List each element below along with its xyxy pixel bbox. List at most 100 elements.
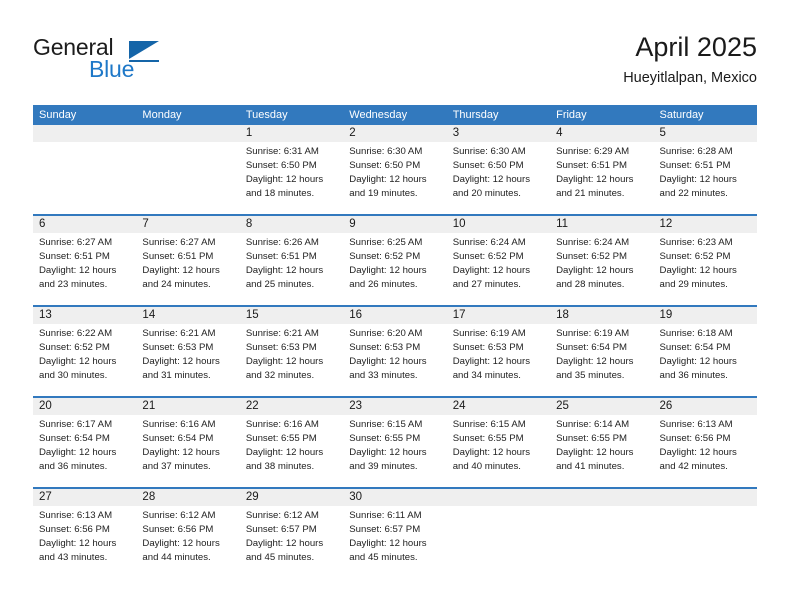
- day-cell-6[interactable]: Sunrise: 6:27 AM Sunset: 6:51 PM Daylight:…: [33, 233, 136, 305]
- day-detail-line: Daylight: 12 hours: [452, 265, 531, 276]
- day-detail-line: Sunrise: 6:21 AM: [245, 328, 319, 339]
- day-cell-empty: [447, 506, 550, 578]
- day-number-17[interactable]: 17: [447, 307, 550, 324]
- general-blue-logo[interactable]: General Blue: [33, 34, 333, 90]
- day-number-13[interactable]: 13: [33, 307, 136, 324]
- day-number-23[interactable]: 23: [343, 398, 446, 415]
- day-detail-line: Daylight: 12 hours: [556, 265, 634, 276]
- day-cell-20[interactable]: Sunrise: 6:17 AM Sunset: 6:54 PM Daylight:…: [33, 415, 136, 487]
- day-cell-8[interactable]: Sunrise: 6:26 AM Sunset: 6:51 PM Daylight:…: [240, 233, 343, 305]
- day-number-7[interactable]: 7: [136, 216, 239, 233]
- day-number-27[interactable]: 27: [33, 489, 136, 506]
- day-cell-24[interactable]: Sunrise: 6:15 AM Sunset: 6:55 PM Daylight:…: [447, 415, 550, 487]
- day-cell-5[interactable]: Sunrise: 6:28 AM Sunset: 6:51 PM Daylight:…: [654, 142, 757, 214]
- day-cell-10[interactable]: Sunrise: 6:24 AM Sunset: 6:52 PM Daylight:…: [447, 233, 550, 305]
- day-detail-line: Sunrise: 6:21 AM: [142, 328, 216, 339]
- day-number-28[interactable]: 28: [136, 489, 239, 506]
- date-number-band: 12345: [33, 125, 757, 142]
- day-detail-line: Sunset: 6:51 PM: [556, 160, 628, 171]
- calendar-week-row: 13 14 15 16 17 18 19 Sunrise: 6:22 AM Sunset: 6:…: [33, 305, 757, 396]
- day-detail-line: and 35 minutes.: [556, 370, 625, 381]
- day-detail-line: Sunrise: 6:17 AM: [39, 419, 113, 430]
- day-cell-29[interactable]: Sunrise: 6:12 AM Sunset: 6:57 PM Daylight:…: [240, 506, 343, 578]
- day-detail-line: and 33 minutes.: [349, 370, 418, 381]
- day-number-8[interactable]: 8: [240, 216, 343, 233]
- day-detail-line: Sunrise: 6:11 AM: [349, 510, 422, 521]
- day-cell-3[interactable]: Sunrise: 6:30 AM Sunset: 6:50 PM Daylight:…: [447, 142, 550, 214]
- day-cell-22[interactable]: Sunrise: 6:16 AM Sunset: 6:55 PM Daylight:…: [240, 415, 343, 487]
- day-number-11[interactable]: 11: [550, 216, 653, 233]
- day-cell-30[interactable]: Sunrise: 6:11 AM Sunset: 6:57 PM Daylight:…: [343, 506, 446, 578]
- day-number-3[interactable]: 3: [447, 125, 550, 142]
- day-number-9[interactable]: 9: [343, 216, 446, 233]
- day-detail-line: and 44 minutes.: [142, 552, 211, 563]
- day-cell-28[interactable]: Sunrise: 6:12 AM Sunset: 6:56 PM Daylight:…: [136, 506, 239, 578]
- day-detail-line: Sunset: 6:52 PM: [659, 251, 731, 262]
- day-detail-line: Sunrise: 6:14 AM: [556, 419, 630, 430]
- weekday-header-tuesday: Tuesday: [245, 109, 288, 121]
- day-cell-17[interactable]: Sunrise: 6:19 AM Sunset: 6:53 PM Daylight:…: [447, 324, 550, 396]
- day-number-5[interactable]: 5: [654, 125, 757, 142]
- day-detail-line: Sunrise: 6:13 AM: [659, 419, 733, 430]
- day-number-18[interactable]: 18: [550, 307, 653, 324]
- day-cell-4[interactable]: Sunrise: 6:29 AM Sunset: 6:51 PM Daylight:…: [550, 142, 653, 214]
- day-cell-23[interactable]: Sunrise: 6:15 AM Sunset: 6:55 PM Daylight:…: [343, 415, 446, 487]
- day-detail-line: Daylight: 12 hours: [142, 447, 220, 458]
- day-cell-19[interactable]: Sunrise: 6:18 AM Sunset: 6:54 PM Daylight:…: [654, 324, 757, 396]
- day-number-12[interactable]: 12: [654, 216, 757, 233]
- day-cell-13[interactable]: Sunrise: 6:22 AM Sunset: 6:52 PM Daylight:…: [33, 324, 136, 396]
- day-cell-15[interactable]: Sunrise: 6:21 AM Sunset: 6:53 PM Daylight:…: [240, 324, 343, 396]
- day-number-20[interactable]: 20: [33, 398, 136, 415]
- day-number-21[interactable]: 21: [136, 398, 239, 415]
- day-number-6[interactable]: 6: [33, 216, 136, 233]
- day-detail-line: Daylight: 12 hours: [556, 174, 634, 185]
- day-cell-2[interactable]: Sunrise: 6:30 AM Sunset: 6:50 PM Daylight:…: [343, 142, 446, 214]
- day-detail-line: Sunset: 6:53 PM: [452, 342, 524, 353]
- day-cell-27[interactable]: Sunrise: 6:13 AM Sunset: 6:56 PM Daylight:…: [33, 506, 136, 578]
- day-detail-line: Sunrise: 6:24 AM: [556, 237, 630, 248]
- day-detail-line: Daylight: 12 hours: [452, 356, 531, 367]
- day-detail-band: Sunrise: 6:22 AM Sunset: 6:52 PM Daylight:…: [33, 324, 757, 396]
- day-detail-line: Sunset: 6:52 PM: [452, 251, 524, 262]
- day-cell-empty: [654, 506, 757, 578]
- day-number-1[interactable]: 1: [240, 125, 343, 142]
- day-detail-line: and 20 minutes.: [452, 188, 521, 199]
- day-number-26[interactable]: 26: [654, 398, 757, 415]
- day-number-22[interactable]: 22: [240, 398, 343, 415]
- day-cell-7[interactable]: Sunrise: 6:27 AM Sunset: 6:51 PM Daylight:…: [136, 233, 239, 305]
- day-detail-line: Daylight: 12 hours: [39, 447, 117, 458]
- day-number-10[interactable]: 10: [447, 216, 550, 233]
- calendar-weeks: 1 2 3 4 5 Sunrise: 6:31 AM Sunset: 6:50 PM Dayl…: [33, 125, 757, 578]
- day-detail-line: and 38 minutes.: [245, 461, 315, 472]
- day-detail-line: Daylight: 12 hours: [349, 356, 427, 367]
- day-cell-21[interactable]: Sunrise: 6:16 AM Sunset: 6:54 PM Daylight:…: [136, 415, 239, 487]
- day-cell-25[interactable]: Sunrise: 6:14 AM Sunset: 6:55 PM Daylight:…: [550, 415, 653, 487]
- day-detail-line: Sunrise: 6:19 AM: [452, 328, 526, 339]
- day-cell-11[interactable]: Sunrise: 6:24 AM Sunset: 6:52 PM Daylight:…: [550, 233, 653, 305]
- day-number-16[interactable]: 16: [343, 307, 446, 324]
- calendar-week-row: 6 7 8 9 10 11 12 Sunrise: 6:27 AM Sunset: 6:51 P…: [33, 214, 757, 305]
- day-number-4[interactable]: 4: [550, 125, 653, 142]
- weekday-header-sunday: Sunday: [39, 109, 77, 121]
- day-number-19[interactable]: 19: [654, 307, 757, 324]
- day-cell-16[interactable]: Sunrise: 6:20 AM Sunset: 6:53 PM Daylight:…: [343, 324, 446, 396]
- day-number-15[interactable]: 15: [240, 307, 343, 324]
- day-number-2[interactable]: 2: [343, 125, 446, 142]
- day-number-25[interactable]: 25: [550, 398, 653, 415]
- day-cell-12[interactable]: Sunrise: 6:23 AM Sunset: 6:52 PM Daylight:…: [654, 233, 757, 305]
- date-number-band: 27 28 29 30: [33, 489, 757, 506]
- day-cell-18[interactable]: Sunrise: 6:19 AM Sunset: 6:54 PM Daylight:…: [550, 324, 653, 396]
- day-cell-1[interactable]: Sunrise: 6:31 AM Sunset: 6:50 PM Daylight:…: [240, 142, 343, 214]
- day-number-empty: [550, 489, 653, 506]
- weekday-header-wednesday: Wednesday: [349, 109, 408, 121]
- day-number-30[interactable]: 30: [343, 489, 446, 506]
- day-number-14[interactable]: 14: [136, 307, 239, 324]
- day-number-24[interactable]: 24: [447, 398, 550, 415]
- day-number-29[interactable]: 29: [240, 489, 343, 506]
- calendar-grid: Sunday Monday Tuesday Wednesday Thursday Frid…: [33, 105, 757, 578]
- day-cell-14[interactable]: Sunrise: 6:21 AM Sunset: 6:53 PM Daylight:…: [136, 324, 239, 396]
- day-number-empty: [33, 125, 136, 142]
- day-cell-9[interactable]: Sunrise: 6:25 AM Sunset: 6:52 PM Daylight:…: [343, 233, 446, 305]
- day-cell-26[interactable]: Sunrise: 6:13 AM Sunset: 6:56 PM Daylight:…: [654, 415, 757, 487]
- day-detail-line: and 18 minutes.: [245, 188, 315, 199]
